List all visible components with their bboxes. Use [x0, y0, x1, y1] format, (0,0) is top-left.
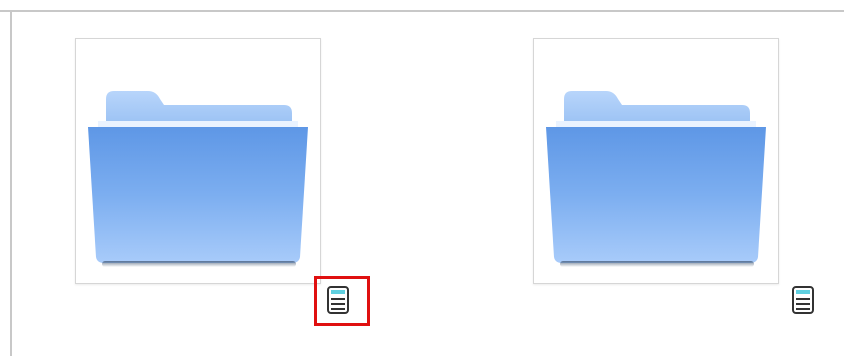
folder-item-2[interactable] — [533, 38, 779, 284]
selection-highlight — [314, 276, 370, 326]
document-info-icon[interactable] — [791, 286, 815, 314]
folder-icon — [88, 91, 308, 267]
folder-icon — [546, 91, 766, 267]
folder-item-1[interactable] — [75, 38, 321, 284]
pane-left-border — [10, 10, 12, 356]
file-browser-pane — [0, 0, 844, 356]
pane-top-border — [0, 10, 844, 12]
